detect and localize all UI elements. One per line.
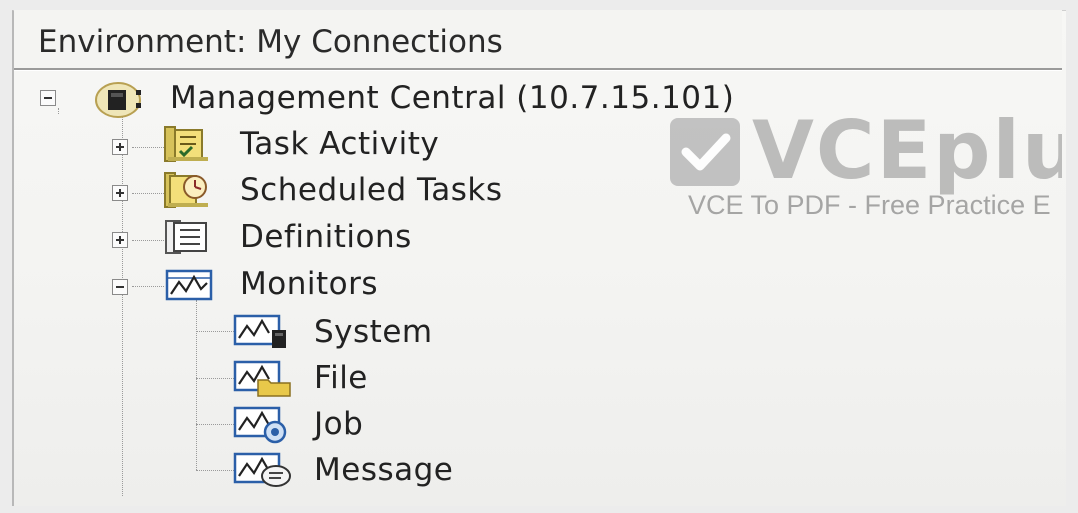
monitors-icon — [165, 269, 213, 301]
tree-node-label: Task Activity — [240, 126, 440, 162]
scheduled-tasks-icon — [164, 172, 208, 208]
tree-node-label: Management Central (10.7.15.101) — [170, 80, 735, 116]
navigation-tree: Management Central (10.7.15.101) Task Ac… — [0, 0, 1062, 513]
tree-connector — [196, 424, 234, 425]
collapse-toggle[interactable] — [112, 279, 128, 295]
tree-connector — [196, 300, 197, 470]
task-activity-icon — [164, 126, 208, 162]
tree-node-label: System — [314, 314, 433, 350]
tree-node-label: Message — [314, 452, 454, 488]
watermark-check-icon — [670, 118, 740, 186]
expand-toggle[interactable] — [112, 232, 128, 248]
tree-node-label: Monitors — [240, 266, 378, 302]
expand-toggle[interactable] — [112, 185, 128, 201]
tree-node-monitors[interactable]: Monitors — [104, 264, 464, 308]
tree-node-task-activity[interactable]: Task Activity — [104, 124, 524, 168]
definitions-icon — [165, 220, 207, 254]
tree-node-label: Definitions — [240, 219, 412, 255]
tree-node-scheduled-tasks[interactable]: Scheduled Tasks — [104, 170, 584, 214]
tree-node-job-monitor[interactable]: Job — [230, 402, 430, 446]
tree-connector — [196, 470, 234, 471]
watermark-brand: VCEplu — [752, 104, 1062, 197]
tree-node-management-central[interactable]: Management Central (10.7.15.101) — [40, 78, 860, 122]
collapse-toggle[interactable] — [40, 90, 56, 106]
tree-node-label: File — [314, 360, 368, 396]
tree-node-definitions[interactable]: Definitions — [104, 217, 484, 261]
tree-connector — [196, 331, 234, 332]
tree-node-message-monitor[interactable]: Message — [230, 448, 510, 492]
job-monitor-icon — [233, 406, 287, 444]
tree-node-label: Scheduled Tasks — [240, 172, 503, 208]
management-central-icon — [95, 82, 141, 118]
system-monitor-icon — [233, 314, 286, 348]
tree-node-label: Job — [314, 406, 364, 442]
watermark-tagline: VCE To PDF - Free Practice E — [688, 190, 1051, 220]
tree-node-file-monitor[interactable]: File — [230, 356, 430, 400]
file-monitor-icon — [233, 360, 291, 397]
tree-node-system-monitor[interactable]: System — [230, 310, 490, 354]
expand-toggle[interactable] — [112, 139, 128, 155]
tree-connector — [196, 378, 234, 379]
message-monitor-icon — [233, 452, 291, 487]
